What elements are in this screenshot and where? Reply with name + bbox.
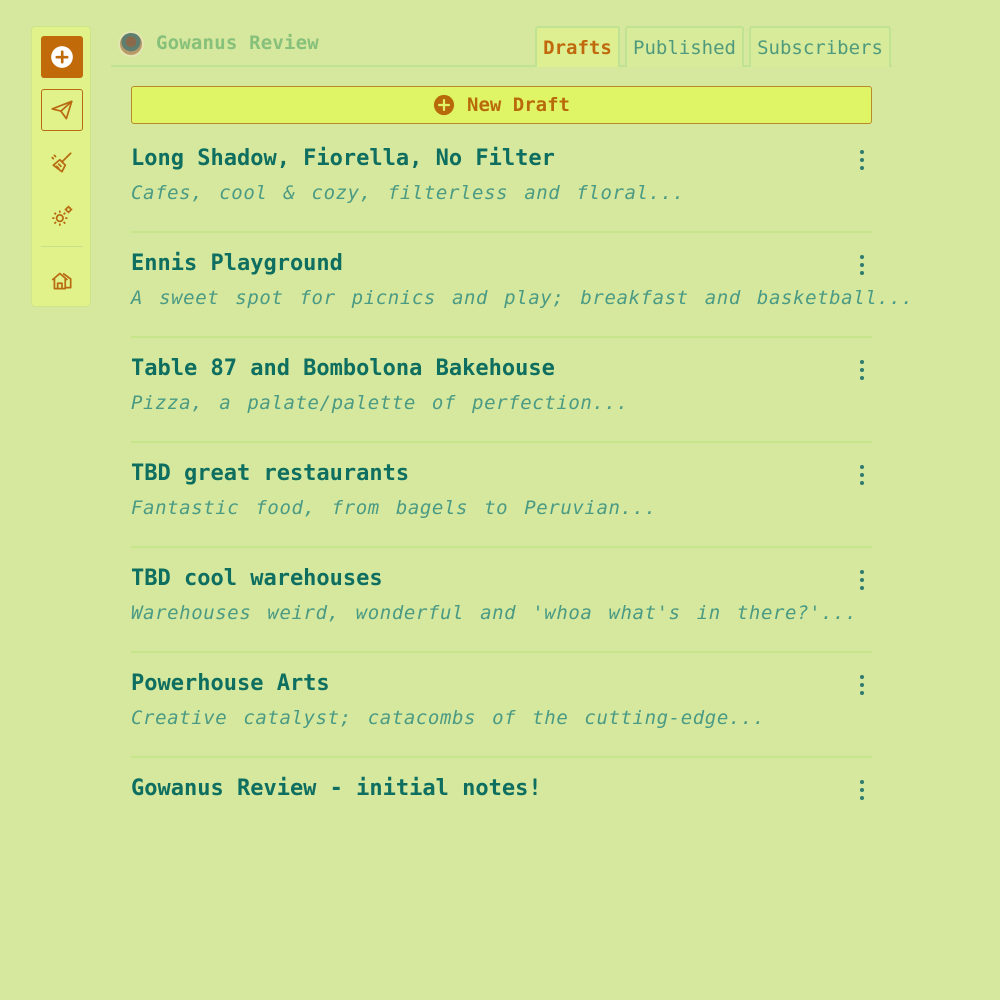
new-post-button[interactable]	[41, 36, 83, 78]
plus-circle-icon	[51, 46, 73, 68]
draft-excerpt: Warehouses weird, wonderful and 'whoa wh…	[131, 602, 858, 624]
gear-icon	[52, 205, 73, 226]
draft-title[interactable]: Ennis Playground	[131, 251, 343, 276]
draft-title[interactable]: TBD cool warehouses	[131, 566, 383, 591]
plus-circle-icon	[433, 94, 455, 116]
draft-excerpt: Pizza, a palate/palette of perfection...	[131, 392, 629, 414]
tab-published[interactable]: Published	[625, 26, 744, 67]
more-options-icon[interactable]	[858, 255, 866, 275]
draft-excerpt: Creative catalyst; catacombs of the cutt…	[131, 707, 765, 729]
draft-title[interactable]: Gowanus Review - initial notes!	[131, 776, 542, 801]
draft-item[interactable]: TBD great restaurants Fantastic food, fr…	[131, 443, 872, 548]
site-title[interactable]: Gowanus Review	[156, 32, 319, 54]
send-button[interactable]	[41, 89, 83, 131]
draft-item[interactable]: Long Shadow, Fiorella, No Filter Cafes, …	[131, 128, 872, 233]
site-avatar[interactable]	[118, 31, 144, 57]
app-root: Gowanus Review Drafts Published Subscrib…	[0, 0, 1000, 1000]
more-options-icon[interactable]	[858, 465, 866, 485]
draft-title[interactable]: TBD great restaurants	[131, 461, 409, 486]
broom-icon	[51, 152, 72, 173]
more-options-icon[interactable]	[858, 780, 866, 800]
draft-title[interactable]: Powerhouse Arts	[131, 671, 330, 696]
draft-title[interactable]: Table 87 and Bombolona Bakehouse	[131, 356, 555, 381]
draft-item[interactable]: TBD cool warehouses Warehouses weird, wo…	[131, 548, 872, 653]
more-options-icon[interactable]	[858, 675, 866, 695]
new-draft-label: New Draft	[467, 94, 570, 116]
more-options-icon[interactable]	[858, 360, 866, 380]
draft-item[interactable]: Powerhouse Arts Creative catalyst; catac…	[131, 653, 872, 758]
tab-subscribers[interactable]: Subscribers	[749, 26, 891, 67]
draft-item[interactable]: Table 87 and Bombolona Bakehouse Pizza, …	[131, 338, 872, 443]
draft-excerpt: Cafes, cool & cozy, filterless and flora…	[131, 182, 685, 204]
new-draft-button[interactable]: New Draft	[131, 86, 872, 124]
more-options-icon[interactable]	[858, 570, 866, 590]
draft-excerpt: Fantastic food, from bagels to Peruvian.…	[131, 497, 657, 519]
draft-item[interactable]: Gowanus Review - initial notes!	[131, 758, 872, 863]
draft-list: Long Shadow, Fiorella, No Filter Cafes, …	[131, 128, 913, 863]
house-icon	[51, 272, 72, 290]
draft-item[interactable]: Ennis Playground A sweet spot for picnic…	[131, 233, 913, 338]
draft-title[interactable]: Long Shadow, Fiorella, No Filter	[131, 146, 555, 171]
more-options-icon[interactable]	[858, 150, 866, 170]
tab-drafts[interactable]: Drafts	[535, 26, 620, 67]
header: Gowanus Review Drafts Published Subscrib…	[111, 26, 892, 67]
draft-excerpt: A sweet spot for picnics and play; break…	[131, 287, 914, 309]
settings-button[interactable]	[41, 195, 83, 237]
sidebar	[31, 26, 91, 307]
home-button[interactable]	[41, 259, 83, 301]
clean-button[interactable]	[41, 142, 83, 184]
sidebar-divider	[41, 246, 83, 247]
paper-plane-icon	[51, 100, 73, 120]
